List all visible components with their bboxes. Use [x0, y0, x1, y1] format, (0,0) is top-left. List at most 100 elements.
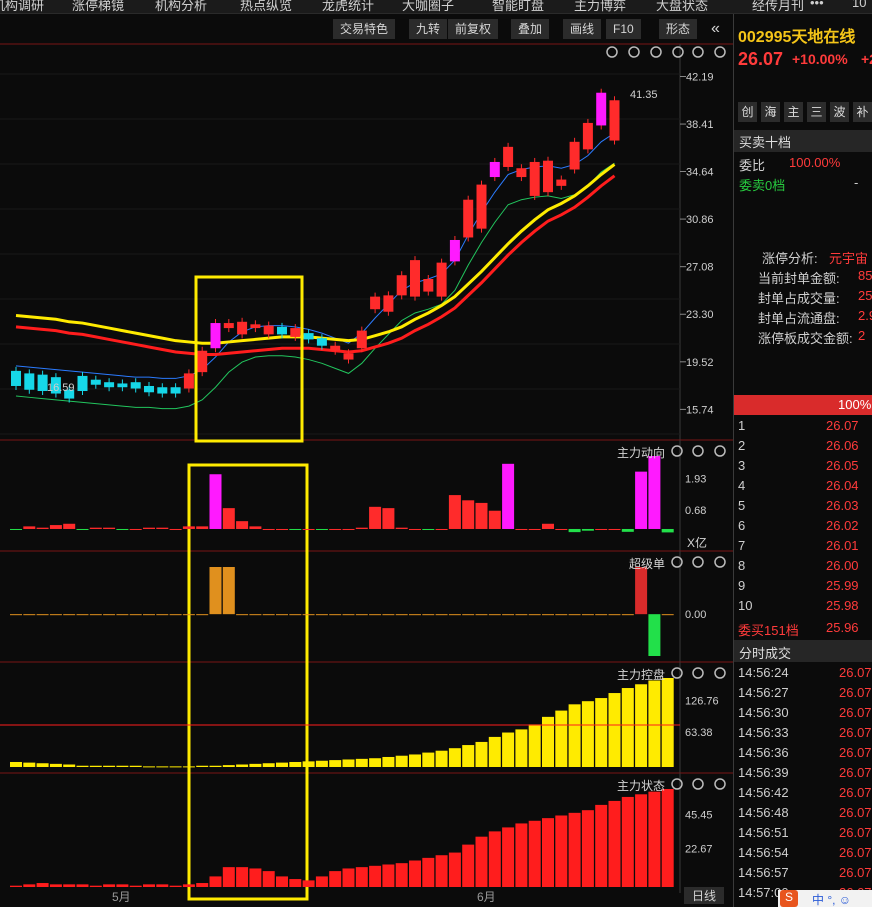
candle [436, 262, 447, 297]
stock-tag[interactable]: 主 [784, 102, 803, 122]
trading-screen: 机构调研 涨停梯镜 机构分析 热点纵览 龙虎统计 大咖圈子 智能盯盘 主力博弈 大盘状态 经传月刊… [0, 0, 872, 907]
indicator-bar [49, 525, 62, 529]
indicator-bar [182, 884, 195, 887]
top-nav-item[interactable]: 大咖圈子 [402, 0, 454, 13]
indicator-bar [581, 614, 594, 616]
indicator-bar [595, 804, 608, 887]
indicator-bar [555, 710, 568, 767]
top-nav-item[interactable]: 机构调研 [0, 0, 44, 13]
candle [11, 370, 21, 386]
stock-tag[interactable]: 三 [807, 102, 826, 122]
indicator-bar [595, 614, 608, 616]
indicator-bar [276, 614, 288, 616]
indicator-bar [236, 867, 249, 887]
candle [370, 296, 381, 310]
section-title-control: 主力控盘 [617, 668, 666, 682]
ask-value: - [854, 175, 859, 190]
indicator-bar [23, 884, 36, 887]
indicator-bar [581, 810, 594, 887]
indicator-bar [661, 789, 674, 887]
indicator-bar [528, 724, 541, 767]
gear-icon [672, 46, 684, 58]
indicator-bar [116, 884, 129, 887]
indicator-bar [236, 614, 249, 616]
indicator-bar [342, 759, 355, 767]
top-nav-item[interactable]: 大盘状态 [656, 0, 708, 13]
bid-price: 26.02 [826, 518, 859, 533]
indicator-bar [222, 567, 235, 615]
y-tick-label: 126.76 [685, 696, 719, 708]
indicator-bar [143, 527, 155, 529]
y-tick-label: 38.41 [686, 119, 714, 131]
indicator-bar [382, 756, 395, 767]
stock-tag[interactable]: 补 [853, 102, 872, 122]
top-nav-item[interactable]: ••• [810, 0, 824, 10]
indicator-bar [621, 796, 634, 887]
help-icon [692, 46, 704, 58]
top-nav-item[interactable]: 智能盯盘 [492, 0, 544, 13]
indicator-bar [156, 614, 169, 616]
top-nav-item[interactable]: 机构分析 [155, 0, 207, 13]
stock-tag[interactable]: 海 [761, 102, 780, 122]
indicator-bar [76, 765, 89, 767]
candle [503, 146, 514, 167]
limit-row-value: 2.9 [858, 308, 872, 323]
limit-row-label: 当前封单金额: [758, 271, 840, 286]
y-tick-label: 34.64 [686, 167, 714, 179]
limit-row-label: 涨停板成交金额: [758, 331, 853, 346]
top-nav-item[interactable]: 龙虎统计 [322, 0, 374, 13]
bid-level: 9 [738, 578, 746, 593]
candle [609, 100, 620, 141]
indicator-bar [222, 508, 235, 529]
indicator-bar [635, 794, 648, 887]
bid-price: 26.05 [826, 458, 859, 473]
indicator-bar [129, 614, 142, 616]
indicator-bar [262, 871, 275, 887]
close-icon [714, 445, 726, 457]
top-nav-item[interactable]: 10 [852, 0, 866, 10]
y-tick-label: 15.74 [686, 404, 714, 416]
stock-tag[interactable]: 创 [738, 102, 757, 122]
y-tick-label: 19.52 [686, 357, 714, 369]
indicator-bar [76, 884, 89, 887]
indicator-bar [568, 614, 581, 616]
indicator-bar [448, 614, 461, 616]
candle [170, 387, 181, 394]
indicator-bar [182, 526, 195, 529]
indicator-bar [462, 844, 475, 887]
indicator-bar [329, 528, 342, 530]
indicator-bar [10, 885, 22, 887]
top-nav-item[interactable]: 热点纵览 [240, 0, 292, 13]
bid-price: 26.03 [826, 498, 859, 513]
indicator-bar [342, 868, 355, 887]
limit-analysis-value: 元宇宙 [829, 251, 869, 266]
indicator-bar [475, 614, 488, 616]
candle [290, 328, 301, 337]
indicator-bar [10, 761, 22, 767]
indicator-bar [488, 614, 501, 616]
top-nav-item[interactable]: 主力博弈 [574, 0, 626, 13]
period-button[interactable]: 日线 [684, 887, 725, 904]
bid-price: 26.06 [826, 438, 859, 453]
y-tick-label: 23.30 [686, 309, 714, 321]
indicator-bar [143, 766, 155, 768]
indicator-bar [129, 528, 142, 530]
indicator-bar [635, 567, 648, 615]
stock-tag[interactable]: 波 [830, 102, 849, 122]
indicator-bar [515, 823, 528, 887]
depth-title: 买卖十档 [739, 135, 792, 150]
indicator-bar [156, 884, 169, 887]
indicator-bar [63, 884, 76, 887]
right-panel: 002995天地在线 26.07 +10.00% +2 创海主三波补 买卖十档 … [733, 14, 872, 907]
limit-row-value: 25 [858, 288, 872, 303]
indicator-bar [462, 500, 475, 529]
indicator-bar [329, 871, 342, 887]
section-title-state: 主力状态 [617, 779, 666, 793]
top-nav-item[interactable]: 经传月刊 [752, 0, 804, 13]
limit-row-label: 封单占流通盘: [758, 311, 840, 326]
ime-status: 中 °, ☺ [812, 893, 852, 907]
indicator-bar [448, 748, 461, 767]
indicator-bar [435, 750, 448, 767]
top-nav-item[interactable]: 涨停梯镜 [72, 0, 124, 13]
indicator-bar [648, 680, 661, 767]
